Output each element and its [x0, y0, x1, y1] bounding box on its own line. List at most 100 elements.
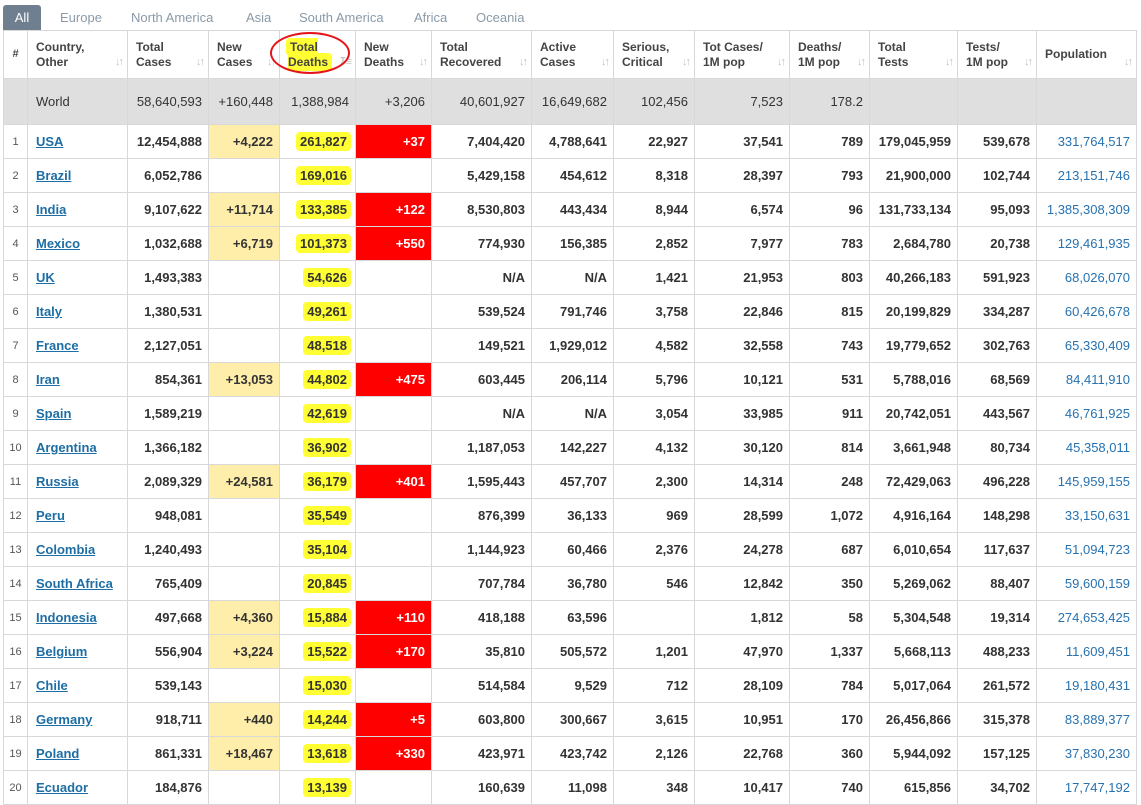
column-header-country-other[interactable]: Country, Other ↓↑ [27, 30, 128, 79]
sort-arrows-icon[interactable]: ↓↑ [682, 55, 691, 70]
country-link[interactable]: India [36, 202, 66, 217]
tab-africa[interactable]: Africa [414, 5, 447, 31]
population-link[interactable]: 51,094,723 [1065, 542, 1130, 557]
cell-tests-1m-pop: 443,567 [957, 396, 1037, 431]
population-link[interactable]: 68,026,070 [1065, 270, 1130, 285]
tab-north-america[interactable]: North America [131, 5, 213, 31]
cell-total-recovered: 707,784 [431, 566, 532, 601]
country-link[interactable]: Colombia [36, 542, 95, 557]
cell-: 13 [3, 532, 28, 567]
country-link[interactable]: Belgium [36, 644, 87, 659]
country-link[interactable]: Germany [36, 712, 92, 727]
highlighted-total-deaths: 13,618 [305, 746, 349, 761]
country-link[interactable]: Argentina [36, 440, 97, 455]
column-header-total-recovered[interactable]: Total Recovered ↓↑ [431, 30, 532, 79]
column-header-tot-cases-1m-pop[interactable]: Tot Cases/1M pop ↓↑ [694, 30, 790, 79]
country-link[interactable]: USA [36, 134, 63, 149]
country-link[interactable]: Italy [36, 304, 62, 319]
column-header-[interactable]: # [3, 30, 28, 79]
country-link[interactable]: Spain [36, 406, 71, 421]
country-link[interactable]: Russia [36, 474, 79, 489]
cell-serious-critical: 4,132 [613, 430, 695, 465]
cell-population: 17,747,192 [1036, 770, 1137, 805]
highlighted-total-deaths: 15,884 [305, 610, 349, 625]
sort-arrows-icon[interactable]: ↓↑ [601, 55, 610, 70]
sort-arrows-icon[interactable]: ↓↑ [196, 55, 205, 70]
cell-population: 274,653,425 [1036, 600, 1137, 635]
population-link[interactable]: 60,426,678 [1065, 304, 1130, 319]
column-header-serious-critical[interactable]: Serious, Critical ↓↑ [613, 30, 695, 79]
population-link[interactable]: 45,358,011 [1066, 440, 1130, 455]
column-header-active-cases[interactable]: Active Cases ↓↑ [531, 30, 614, 79]
population-link[interactable]: 17,747,192 [1065, 780, 1130, 795]
sort-arrows-icon[interactable]: ↓↑ [857, 55, 866, 70]
highlighted-total-deaths: 13,139 [305, 780, 349, 795]
sort-arrows-icon[interactable]: ↓↑ [945, 55, 954, 70]
cell-active-cases: 9,529 [531, 668, 614, 703]
population-link[interactable]: 11,609,451 [1066, 644, 1130, 659]
population-link[interactable]: 59,600,159 [1065, 576, 1130, 591]
column-header-new-cases[interactable]: New Cases ↓↑ [208, 30, 280, 79]
column-header-total-cases[interactable]: Total Cases ↓↑ [127, 30, 209, 79]
sort-desc-icon[interactable]: ↧≡ [338, 55, 352, 70]
population-link[interactable]: 213,151,746 [1058, 168, 1130, 183]
sort-arrows-icon[interactable]: ↓↑ [777, 55, 786, 70]
population-link[interactable]: 19,180,431 [1065, 678, 1130, 693]
column-header-total-deaths[interactable]: Total Deaths ↧≡ [279, 30, 356, 79]
sort-arrows-icon[interactable]: ↓↑ [1124, 55, 1133, 70]
cell-population: 46,761,925 [1036, 396, 1137, 431]
country-link[interactable]: Iran [36, 372, 60, 387]
country-link[interactable]: Peru [36, 508, 65, 523]
column-header-total-tests[interactable]: Total Tests ↓↑ [869, 30, 958, 79]
country-link[interactable]: Poland [36, 746, 79, 761]
country-link[interactable]: Chile [36, 678, 68, 693]
cell-total-deaths: 13,618 [279, 736, 356, 771]
tab-all[interactable]: All [3, 5, 41, 31]
cell-deaths-1m-pop: 687 [789, 532, 870, 567]
tab-europe[interactable]: Europe [60, 5, 102, 31]
cell-: 20 [3, 770, 28, 805]
cell-tests-1m-pop: 315,378 [957, 702, 1037, 737]
population-link[interactable]: 33,150,631 [1065, 508, 1130, 523]
tab-oceania[interactable]: Oceania [476, 5, 524, 31]
country-link[interactable]: France [36, 338, 79, 353]
population-link[interactable]: 145,959,155 [1058, 474, 1130, 489]
population-link[interactable]: 1,385,308,309 [1047, 202, 1130, 217]
cell-tot-cases-1m-pop: 12,842 [694, 566, 790, 601]
cell-total-deaths: 49,261 [279, 294, 356, 329]
sort-arrows-icon[interactable]: ↓↑ [267, 55, 276, 70]
population-link[interactable]: 84,411,910 [1066, 372, 1130, 387]
cell-total-recovered: N/A [431, 396, 532, 431]
population-link[interactable]: 331,764,517 [1058, 134, 1130, 149]
tab-south-america[interactable]: South America [299, 5, 384, 31]
sort-arrows-icon[interactable]: ↓↑ [519, 55, 528, 70]
population-link[interactable]: 46,761,925 [1065, 406, 1130, 421]
highlighted-total-deaths: 44,802 [305, 372, 349, 387]
population-link[interactable]: 65,330,409 [1065, 338, 1130, 353]
cell-tot-cases-1m-pop: 28,397 [694, 158, 790, 193]
country-link[interactable]: Ecuador [36, 780, 88, 795]
cell-serious-critical: 8,944 [613, 192, 695, 227]
country-link[interactable]: Brazil [36, 168, 71, 183]
population-link[interactable]: 274,653,425 [1058, 610, 1130, 625]
sort-arrows-icon[interactable]: ↓↑ [1024, 55, 1033, 70]
country-link[interactable]: South Africa [36, 576, 113, 591]
population-link[interactable]: 83,889,377 [1065, 712, 1130, 727]
cell-deaths-1m-pop: 740 [789, 770, 870, 805]
country-link[interactable]: Mexico [36, 236, 80, 251]
sort-arrows-icon[interactable]: ↓↑ [115, 55, 124, 70]
tab-asia[interactable]: Asia [246, 5, 271, 31]
column-header-new-deaths[interactable]: New Deaths ↓↑ [355, 30, 432, 79]
cell-total-tests: 21,900,000 [869, 158, 958, 193]
cell-total-recovered: 774,930 [431, 226, 532, 261]
column-header-deaths-1m-pop[interactable]: Deaths/1M pop ↓↑ [789, 30, 870, 79]
population-link[interactable]: 129,461,935 [1058, 236, 1130, 251]
column-header-population[interactable]: Population ↓↑ [1036, 30, 1137, 79]
column-header-tests-1m-pop[interactable]: Tests/1M pop ↓↑ [957, 30, 1037, 79]
population-link[interactable]: 37,830,230 [1065, 746, 1130, 761]
country-link[interactable]: UK [36, 270, 55, 285]
cell-new-deaths [355, 498, 432, 533]
sort-arrows-icon[interactable]: ↓↑ [419, 55, 428, 70]
country-link[interactable]: Indonesia [36, 610, 97, 625]
cell-tests-1m-pop: 157,125 [957, 736, 1037, 771]
